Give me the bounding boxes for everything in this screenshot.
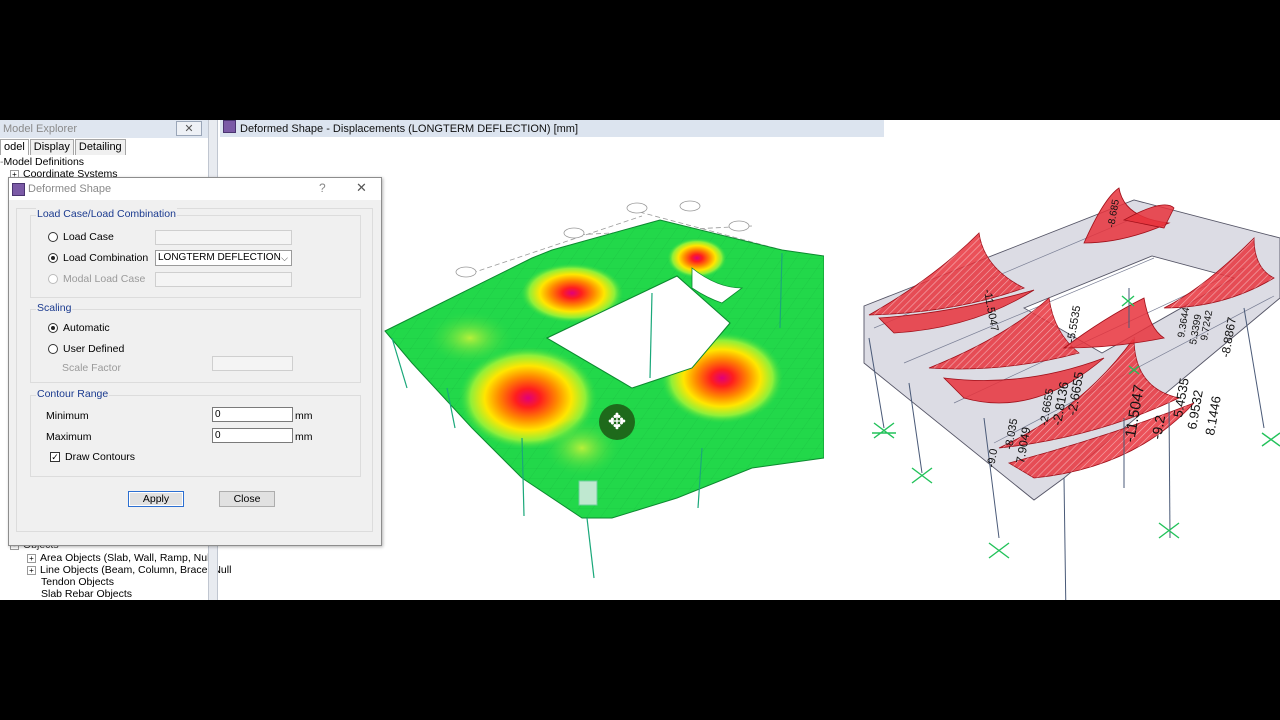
load-case-group-title: Load Case/Load Combination xyxy=(36,208,177,220)
application-workspace: Model Explorer ✕ odel Display Detailing … xyxy=(0,120,1280,600)
apply-button[interactable]: Apply xyxy=(128,491,184,507)
label-text: 8.1446 xyxy=(1202,395,1224,437)
minimum-input[interactable]: 0 xyxy=(212,407,293,422)
load-combination-value: LONGTERM DEFLECTION xyxy=(158,252,281,263)
load-combination-radio[interactable] xyxy=(48,253,58,263)
load-case-label: Load Case xyxy=(63,231,114,243)
tree-item-label: Model Definitions xyxy=(3,156,85,168)
maximum-input[interactable]: 0 xyxy=(212,428,293,443)
tree-item-line-objects[interactable]: + Line Objects (Beam, Column, Brace, Null xyxy=(27,564,231,576)
tree-item-model-definitions[interactable]: -Model Definitions xyxy=(0,156,84,168)
load-combination-select[interactable]: LONGTERM DEFLECTION ⌵ xyxy=(155,250,292,266)
dialog-titlebar[interactable]: Deformed Shape ? ✕ xyxy=(9,178,381,200)
tree-item-tendon-objects[interactable]: Tendon Objects xyxy=(41,576,114,588)
scaling-group: Scaling Automatic User Defined Scale Fac… xyxy=(30,302,361,383)
strip-moment-diagram-view[interactable]: -11.5047 -9.2 5.4535 6.9532 8.1446 -2.66… xyxy=(834,178,1280,600)
tab-display[interactable]: Display xyxy=(29,139,74,155)
scale-factor-input xyxy=(212,356,293,371)
automatic-radio[interactable] xyxy=(48,323,58,333)
load-case-select xyxy=(155,230,292,245)
tree-item-label: Slab Rebar Objects xyxy=(41,588,133,600)
help-button[interactable]: ? xyxy=(319,181,326,195)
maximum-unit: mm xyxy=(295,431,313,443)
contour-range-group: Contour Range Minimum 0 mm Maximum 0 mm … xyxy=(30,388,361,477)
tab-detailing[interactable]: Detailing xyxy=(74,139,126,155)
draw-contours-label: Draw Contours xyxy=(65,451,136,463)
tree-item-label: Line Objects (Beam, Column, Brace, Null xyxy=(40,564,232,576)
contour-range-group-title: Contour Range xyxy=(36,388,110,400)
load-combination-label: Load Combination xyxy=(63,252,149,264)
tree-item-label: Area Objects (Slab, Wall, Ramp, Null) xyxy=(40,552,216,564)
tab-model[interactable]: odel xyxy=(0,139,29,155)
modal-load-case-radio xyxy=(48,274,58,284)
dialog-title: Deformed Shape xyxy=(28,183,112,195)
scale-factor-label: Scale Factor xyxy=(62,362,121,374)
minimum-label: Minimum xyxy=(46,410,89,422)
tree-item-area-objects[interactable]: + Area Objects (Slab, Wall, Ramp, Null) xyxy=(27,552,215,564)
load-case-group: Load Case/Load Combination Load Case Loa… xyxy=(30,208,361,298)
scaling-group-title: Scaling xyxy=(36,302,73,314)
label-text: -9.2 xyxy=(1148,414,1168,441)
tree-item-label: Tendon Objects xyxy=(41,576,114,588)
dialog-app-icon xyxy=(12,183,25,196)
automatic-label: Automatic xyxy=(63,322,110,334)
user-defined-label: User Defined xyxy=(63,343,125,355)
model-window-title: Deformed Shape - Displacements (LONGTERM… xyxy=(240,123,579,135)
maximum-label: Maximum xyxy=(46,431,92,443)
expand-icon[interactable]: + xyxy=(27,553,36,563)
deformed-shape-dialog: Deformed Shape ? ✕ Load Case/Load Combin… xyxy=(8,177,382,546)
modal-load-case-label: Modal Load Case xyxy=(63,273,146,285)
column-highlight xyxy=(578,480,598,506)
dialog-close-button[interactable]: ✕ xyxy=(356,180,367,196)
minimum-unit: mm xyxy=(295,410,313,422)
move-cursor-icon: ✥ xyxy=(599,404,635,440)
draw-contours-checkbox[interactable]: ✓ xyxy=(50,452,60,462)
model-window-titlebar: Deformed Shape - Displacements (LONGTERM… xyxy=(220,120,884,137)
tree-item-slab-rebar-objects[interactable]: Slab Rebar Objects xyxy=(41,588,132,600)
model-explorer-close-button[interactable]: ✕ xyxy=(176,121,202,136)
chevron-down-icon: ⌵ xyxy=(281,253,288,263)
modal-load-case-select xyxy=(155,272,292,287)
user-defined-radio[interactable] xyxy=(48,344,58,354)
model-window-icon xyxy=(223,120,236,133)
dialog-body: Load Case/Load Combination Load Case Loa… xyxy=(16,208,373,532)
expand-icon[interactable]: + xyxy=(27,565,36,575)
model-explorer-tabs: odel Display Detailing xyxy=(0,139,127,155)
close-button[interactable]: Close xyxy=(219,491,275,507)
load-case-radio[interactable] xyxy=(48,232,58,242)
slab-contour xyxy=(384,219,824,519)
